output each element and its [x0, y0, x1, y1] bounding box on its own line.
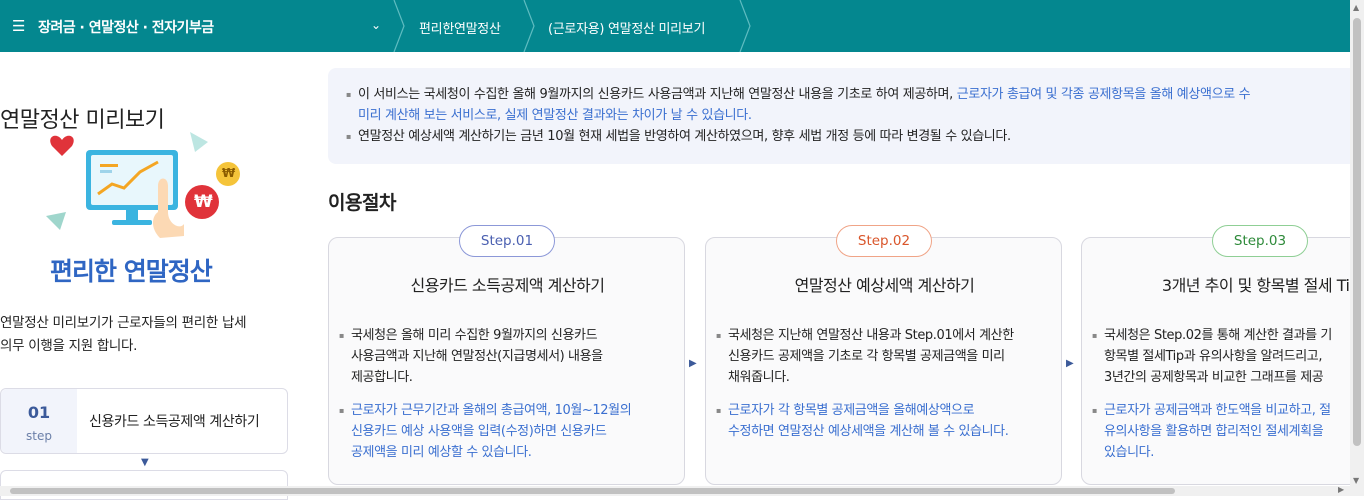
step-badge: Step.03: [1212, 225, 1308, 257]
won-coin-icon: ₩: [222, 166, 236, 180]
notice-text: 연말정산 예상세액 계산하기는 금년 10월 현재 세법을 반영하여 계산하였으…: [358, 129, 1011, 144]
step-card-body-text: 국세청은 Step.02를 통해 계산한 결과를 기 항목별 절세Tip과 유의…: [1104, 328, 1332, 385]
category-title[interactable]: 장려금 · 연말정산 · 전자기부금: [38, 17, 214, 37]
menu-icon[interactable]: ☰: [12, 17, 25, 35]
breadcrumb-item-current[interactable]: (근로자용) 연말정산 미리보기: [548, 18, 705, 37]
step-card-body-highlight: ▪ 근로자가 각 항목별 공제금액을 올해예상액으로 수정하면 연말정산 예상세액…: [716, 400, 1061, 442]
step-card-body: ▪ 국세청은 올해 미리 수집한 9월까지의 신용카드 사용금액과 지난해 연말정…: [339, 325, 684, 388]
breadcrumb-separator-icon: [739, 0, 751, 52]
description-line: 의무 이행을 지원 합니다.: [0, 338, 138, 354]
chevron-down-icon[interactable]: ⌄: [371, 18, 381, 32]
step-badge: Step.02: [836, 225, 932, 257]
step-card-body: ▪ 국세청은 Step.02를 통해 계산한 결과를 기 항목별 절세Tip과 유…: [1092, 325, 1364, 388]
scroll-down-icon[interactable]: ▼: [1353, 476, 1359, 485]
breadcrumb-separator-icon: [393, 0, 405, 52]
horizontal-scrollbar[interactable]: ▶: [0, 485, 1350, 496]
breadcrumb-item[interactable]: 편리한연말정산: [419, 18, 501, 37]
scrollbar-thumb[interactable]: [1353, 18, 1361, 446]
scroll-right-icon[interactable]: ▶: [1338, 485, 1344, 494]
page-title: 연말정산 미리보기: [0, 108, 165, 133]
step-badge: Step.01: [459, 225, 555, 257]
breadcrumb-separator-icon: [523, 0, 535, 52]
step-card-body: ▪ 국세청은 지난해 연말정산 내용과 Step.01에서 계산한 신용카드 공제…: [716, 325, 1061, 388]
scrollbar-thumb[interactable]: [10, 488, 1175, 494]
arrow-right-icon: ▶: [689, 358, 697, 369]
step-card-body-text: 근로자가 각 항목별 공제금액을 올해예상액으로 수정하면 연말정산 예상세액을…: [728, 403, 1009, 439]
step-nav-label: 신용카드 소득공제액 계산하기: [89, 414, 260, 430]
notice-text: 이 서비스는 국세청이 수집한 올해 9월까지의 신용카드 사용금액과 지난해 …: [358, 87, 957, 102]
won-coin-icon: ₩: [194, 192, 213, 212]
scroll-up-icon[interactable]: ▲: [1353, 3, 1359, 12]
step-card-02: Step.02 연말정산 예상세액 계산하기 ▪ 국세청은 지난해 연말정산 내용…: [705, 225, 1062, 485]
step-card-body-text: 국세청은 올해 미리 수집한 9월까지의 신용카드 사용금액과 지난해 연말정산…: [351, 328, 603, 385]
step-card-body-text: 근로자가 공제금액과 한도액을 비교하고, 절 유의사항을 활용하면 합리적인 …: [1104, 403, 1331, 460]
procedure-title: 이용절차: [328, 192, 396, 214]
arrow-right-icon: ▶: [1066, 358, 1074, 369]
step-card-03: Step.03 3개년 추이 및 항목별 절세 Tip ▪ 국세청은 Step.0…: [1081, 225, 1364, 485]
step-nav-item-01[interactable]: 01 step 신용카드 소득공제액 계산하기: [0, 388, 288, 454]
step-card-01: Step.01 신용카드 소득공제액 계산하기 ▪ 국세청은 올해 미리 수집한 …: [328, 225, 685, 485]
step-number-box: 01 step: [1, 389, 77, 453]
description-line: 연말정산 미리보기가 근로자들의 편리한 납세: [0, 315, 247, 331]
service-heading: 편리한 연말정산: [50, 257, 213, 286]
step-card-body-text: 근로자가 근무기간과 올해의 총급여액, 10월~12월의 신용카드 예상 사용…: [351, 403, 632, 460]
service-description: 연말정산 미리보기가 근로자들의 편리한 납세 의무 이행을 지원 합니다.: [0, 312, 300, 358]
monitor-chart-illustration-icon: [46, 132, 240, 238]
step-card-body-text: 국세청은 지난해 연말정산 내용과 Step.01에서 계산한 신용카드 공제액…: [728, 328, 1014, 385]
notice-highlight-text: 근로자가 총급여 및 각종 공제항목을 올해 예상액으로 수: [956, 87, 1251, 102]
notice-highlight-text: 미리 계산해 보는 서비스로, 실제 연말정산 결과와는 차이가 날 수 있습니…: [358, 108, 752, 123]
vertical-scrollbar[interactable]: ▲ ▼: [1350, 0, 1364, 496]
step-number: 01: [27, 403, 51, 422]
notice-item: 이 서비스는 국세청이 수집한 올해 9월까지의 신용카드 사용금액과 지난해 …: [346, 84, 1364, 126]
step-card-title: 신용카드 소득공제액 계산하기: [410, 276, 605, 295]
top-nav-bar: ☰ 장려금 · 연말정산 · 전자기부금 ⌄ 편리한연말정산 (근로자용) 연말…: [0, 0, 1350, 52]
arrow-down-icon: ▼: [141, 457, 149, 468]
step-number-caption: step: [26, 429, 52, 443]
service-notice-box: 이 서비스는 국세청이 수집한 올해 9월까지의 신용카드 사용금액과 지난해 …: [328, 68, 1358, 164]
step-card-title: 연말정산 예상세액 계산하기: [794, 276, 975, 295]
notice-item: 연말정산 예상세액 계산하기는 금년 10월 현재 세법을 반영하여 계산하였으…: [346, 126, 1364, 147]
step-card-title: 3개년 추이 및 항목별 절세 Tip: [1161, 276, 1360, 295]
step-card-body-highlight: ▪ 근로자가 근무기간과 올해의 총급여액, 10월~12월의 신용카드 예상 사…: [339, 400, 684, 463]
step-card-body-highlight: ▪ 근로자가 공제금액과 한도액을 비교하고, 절 유의사항을 활용하면 합리적인…: [1092, 400, 1364, 463]
